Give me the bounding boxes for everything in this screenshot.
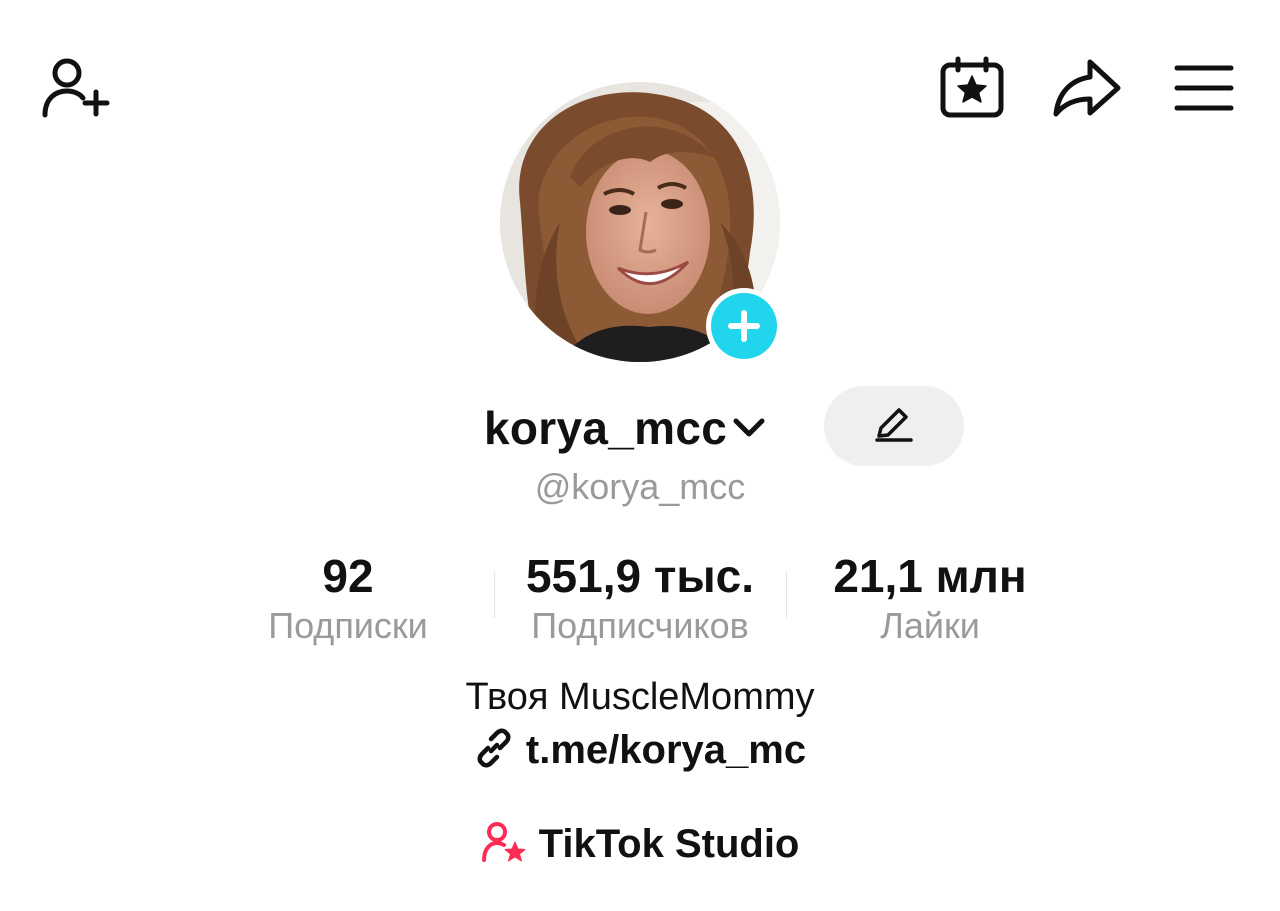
studio-label: TikTok Studio xyxy=(538,822,800,866)
add-friend-icon[interactable] xyxy=(38,56,112,120)
studio-icon xyxy=(481,820,527,869)
stat-likes[interactable]: 21,1 млн Лайки xyxy=(810,548,1050,648)
stat-following[interactable]: 92 Подписки xyxy=(248,548,448,648)
stat-label: Подписчиков xyxy=(531,605,749,646)
stat-value: 92 xyxy=(322,550,374,602)
stat-divider xyxy=(786,572,787,618)
link-icon xyxy=(474,728,514,773)
calendar-star-icon[interactable] xyxy=(938,56,1006,120)
stat-followers[interactable]: 551,9 тыс. Подписчиков xyxy=(500,548,780,648)
profile-bio: Твоя MuscleMommy xyxy=(465,676,815,718)
stat-value: 21,1 млн xyxy=(833,550,1027,602)
profile-handle: @korya_mcc xyxy=(534,466,746,507)
display-name: korya_mcc xyxy=(484,402,728,454)
profile-page: korya_mcc @korya_mcc 92 Подписки 551,9 т… xyxy=(0,0,1280,911)
stats-bar: 92 Подписки 551,9 тыс. Подписчиков 21,1 … xyxy=(0,548,1280,648)
profile-link[interactable]: t.me/korya_mc xyxy=(474,728,806,773)
edit-profile-button[interactable] xyxy=(824,386,964,466)
username-switcher[interactable]: korya_mcc xyxy=(484,396,767,460)
stat-divider xyxy=(494,572,495,618)
profile-link-row: t.me/korya_mc xyxy=(0,728,1280,773)
stat-label: Лайки xyxy=(880,605,980,646)
profile-link-text: t.me/korya_mc xyxy=(525,728,807,772)
pencil-icon xyxy=(873,404,915,449)
studio-row: TikTok Studio xyxy=(0,820,1280,869)
menu-icon[interactable] xyxy=(1172,62,1236,114)
tiktok-studio-link[interactable]: TikTok Studio xyxy=(481,820,800,869)
chevron-down-icon xyxy=(731,416,767,440)
avatar-add-button[interactable] xyxy=(706,288,782,364)
plus-icon xyxy=(711,293,777,359)
stat-value: 551,9 тыс. xyxy=(525,550,755,602)
stat-label: Подписки xyxy=(268,605,428,646)
avatar-container xyxy=(500,82,782,364)
share-icon[interactable] xyxy=(1050,56,1124,120)
